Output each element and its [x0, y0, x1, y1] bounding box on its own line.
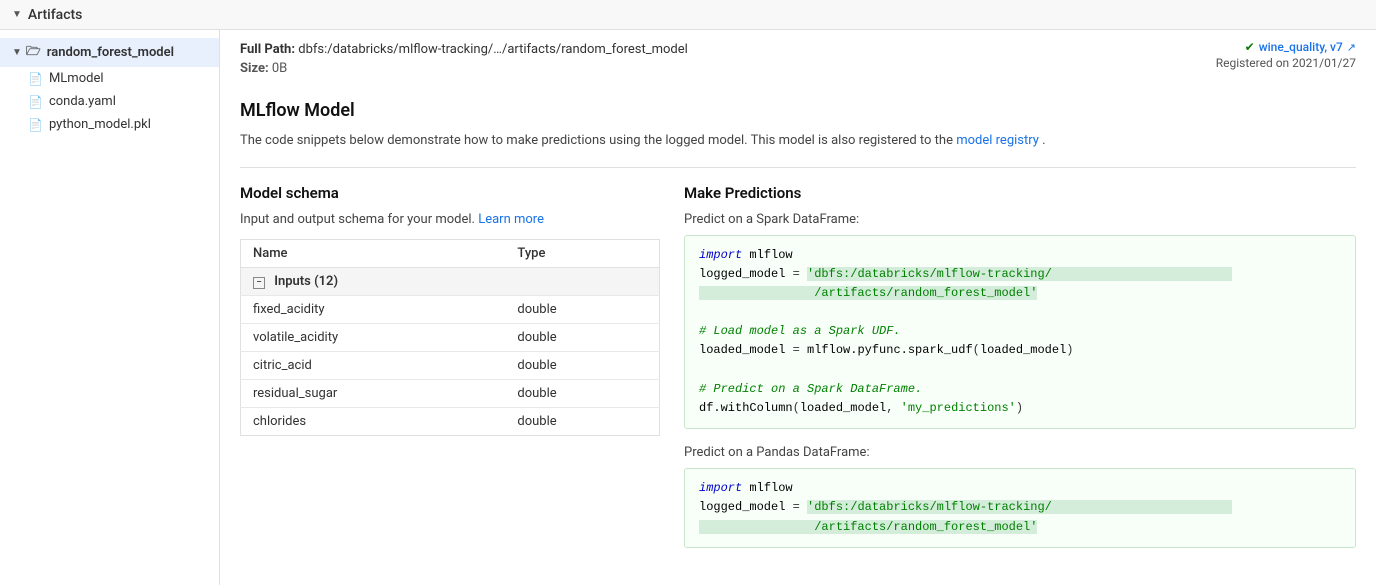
schema-description: Input and output schema for your model. … [240, 212, 660, 227]
model-schema-col: Model schema Input and output schema for… [240, 184, 660, 564]
schema-heading: Model schema [240, 184, 660, 202]
field-name: volatile_acidity [241, 323, 506, 351]
sidebar-item-conda-label: conda.yaml [49, 94, 116, 109]
col-type-header: Type [505, 239, 659, 267]
inputs-group-label: − Inputs (12) [241, 267, 660, 295]
sidebar-item-python-model[interactable]: 📄 python_model.pkl [0, 113, 219, 136]
page-title: Artifacts [28, 7, 82, 23]
learn-more-link[interactable]: Learn more [478, 212, 544, 227]
field-type: double [505, 351, 659, 379]
col-name-header: Name [241, 239, 506, 267]
top-header: ▼ Artifacts [0, 0, 1376, 30]
spark-predict-label: Predict on a Spark DataFrame: [684, 212, 1356, 227]
main-layout: ▼ 🗁 random_forest_model 📄 MLmodel 📄 cond… [0, 30, 1376, 585]
registered-name: wine_quality, v7 [1259, 42, 1343, 54]
field-type: double [505, 379, 659, 407]
description-text: The code snippets below demonstrate how … [240, 133, 953, 148]
schema-desc-text: Input and output schema for your model. [240, 212, 475, 227]
model-registry-link[interactable]: model registry [956, 133, 1039, 148]
registered-link[interactable]: ✔ wine_quality, v7 ↗ [1216, 42, 1356, 54]
table-row: citric_acid double [241, 351, 660, 379]
field-name: chlorides [241, 407, 506, 435]
pandas-predict-label: Predict on a Pandas DataFrame: [684, 445, 1356, 460]
description-end: . [1042, 133, 1045, 148]
field-type: double [505, 295, 659, 323]
path-value: dbfs:/databricks/mlflow-tracking/…/artif… [298, 42, 688, 57]
folder-icon: 🗁 [26, 42, 41, 63]
path-row: Full Path: dbfs:/databricks/mlflow-track… [240, 42, 1356, 57]
external-link-icon: ↗ [1347, 42, 1356, 54]
pandas-code-block: import mlflow logged_model = 'dbfs:/data… [684, 468, 1356, 548]
sidebar: ▼ 🗁 random_forest_model 📄 MLmodel 📄 cond… [0, 30, 220, 585]
table-row: fixed_acidity double [241, 295, 660, 323]
predictions-heading: Make Predictions [684, 184, 1356, 202]
size-label: Size: [240, 61, 269, 76]
table-row: chlorides double [241, 407, 660, 435]
inputs-group-row: − Inputs (12) [241, 267, 660, 295]
table-row: volatile_acidity double [241, 323, 660, 351]
sidebar-item-mlmodel[interactable]: 📄 MLmodel [0, 67, 219, 90]
table-row: residual_sugar double [241, 379, 660, 407]
sidebar-item-mlmodel-label: MLmodel [49, 71, 104, 86]
field-name: fixed_acidity [241, 295, 506, 323]
sidebar-item-conda-yaml[interactable]: 📄 conda.yaml [0, 90, 219, 113]
artifacts-chevron-icon[interactable]: ▼ [12, 9, 22, 20]
two-col-layout: Model schema Input and output schema for… [240, 167, 1356, 564]
mlflow-model-heading: MLflow Model [240, 100, 1356, 121]
content-area: ✔ wine_quality, v7 ↗ Registered on 2021/… [220, 30, 1376, 585]
spark-code-block: import mlflow logged_model = 'dbfs:/data… [684, 235, 1356, 430]
registered-badge: ✔ wine_quality, v7 ↗ Registered on 2021/… [1216, 42, 1356, 70]
file-icon-conda: 📄 [28, 95, 43, 109]
field-type: double [505, 323, 659, 351]
field-type: double [505, 407, 659, 435]
registered-date: Registered on 2021/01/27 [1216, 56, 1356, 70]
folder-chevron-icon: ▼ [12, 47, 22, 58]
size-row: Size: 0B [240, 61, 1356, 76]
check-icon: ✔ [1245, 42, 1255, 54]
schema-table: Name Type − Inputs (12) fixed_acidit [240, 239, 660, 436]
file-icon-python-model: 📄 [28, 118, 43, 132]
sidebar-folder-random-forest-model[interactable]: ▼ 🗁 random_forest_model [0, 38, 219, 67]
field-name: residual_sugar [241, 379, 506, 407]
file-icon-mlmodel: 📄 [28, 72, 43, 86]
sidebar-item-python-model-label: python_model.pkl [49, 117, 151, 132]
path-label: Full Path: [240, 42, 295, 57]
make-predictions-col: Make Predictions Predict on a Spark Data… [684, 184, 1356, 564]
folder-name-label: random_forest_model [47, 45, 174, 60]
path-info: Full Path: dbfs:/databricks/mlflow-track… [240, 42, 1356, 76]
size-value: 0B [272, 61, 287, 76]
collapse-inputs-icon[interactable]: − [253, 277, 265, 289]
model-description: The code snippets below demonstrate how … [240, 131, 1356, 151]
field-name: citric_acid [241, 351, 506, 379]
